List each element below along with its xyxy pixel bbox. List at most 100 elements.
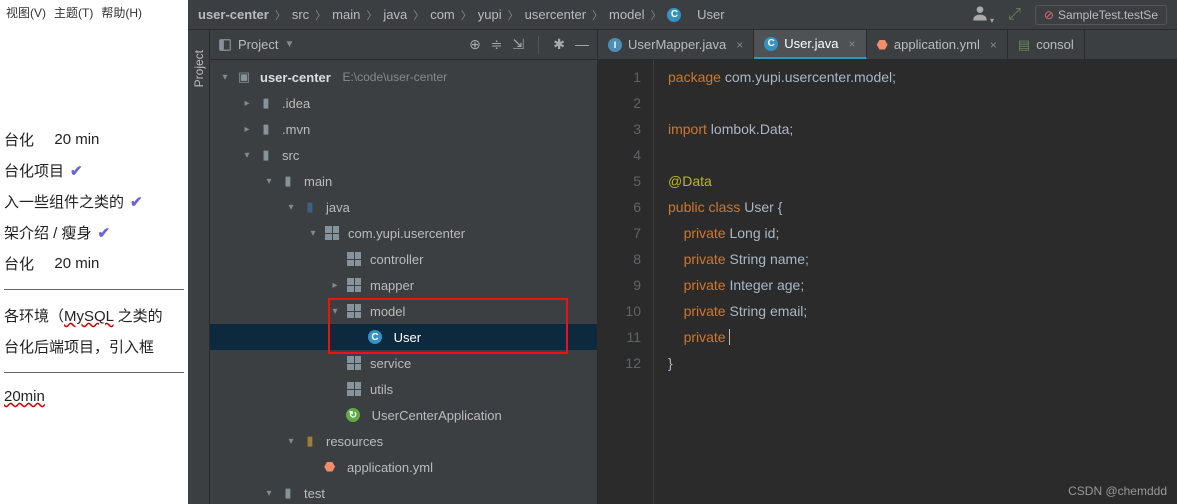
- chevron-right-icon: 〉: [461, 7, 472, 23]
- project-icon: [218, 38, 232, 52]
- breadcrumb-item[interactable]: yupi: [478, 7, 502, 22]
- breadcrumb-item[interactable]: model: [609, 7, 644, 22]
- tool-window-strip[interactable]: Project: [188, 30, 210, 504]
- tree-item[interactable]: java: [326, 200, 350, 215]
- note-text: 各环境（MySQL 之类的: [4, 305, 163, 326]
- editor-tabs: IUserMapper.java× CUser.java× ⬣applicati…: [598, 30, 1177, 60]
- tree-item[interactable]: test: [304, 486, 325, 501]
- editor-tab[interactable]: ▤consol: [1008, 30, 1085, 59]
- divider: [4, 372, 184, 373]
- project-tool-window: Project ▼ ⊕ ≑ ⇲ ✱ — ▾▣user-center E:\cod…: [210, 30, 598, 504]
- ide-window: user-center 〉 src 〉 main 〉 java 〉 com 〉 …: [188, 0, 1177, 504]
- close-icon[interactable]: ×: [990, 38, 997, 52]
- breadcrumb-item[interactable]: java: [383, 7, 407, 22]
- check-icon: ✔: [70, 162, 83, 180]
- chevron-right-icon: 〉: [315, 7, 326, 23]
- project-view-selector[interactable]: Project ▼: [218, 37, 294, 52]
- note-text: 20min: [4, 388, 45, 405]
- select-opened-file-icon[interactable]: ⊕: [469, 36, 481, 54]
- breadcrumb-file[interactable]: C User: [667, 7, 724, 22]
- tree-root[interactable]: user-center: [260, 70, 331, 85]
- package-icon: [346, 277, 362, 293]
- close-icon[interactable]: ×: [736, 38, 743, 52]
- editor-tab-active[interactable]: CUser.java×: [754, 30, 866, 59]
- expand-arrow-icon[interactable]: ▾: [218, 72, 232, 83]
- editor-tab[interactable]: ⬣application.yml×: [867, 30, 1008, 59]
- run-config-selector[interactable]: ⊘SampleTest.testSe: [1035, 5, 1167, 25]
- package-icon: [346, 381, 362, 397]
- menu-theme[interactable]: 主题(T): [54, 4, 93, 20]
- expand-arrow-icon[interactable]: ▾: [262, 176, 276, 187]
- expand-all-icon[interactable]: ≑: [491, 36, 503, 54]
- expand-arrow-icon[interactable]: ▸: [328, 280, 342, 291]
- tree-item[interactable]: UserCenterApplication: [372, 408, 502, 423]
- breadcrumb-item[interactable]: com: [430, 7, 455, 22]
- console-icon: ▤: [1018, 37, 1030, 53]
- folder-icon: ▮: [280, 173, 296, 189]
- tree-item[interactable]: .idea: [282, 96, 310, 111]
- note-text: 台化: [4, 129, 34, 150]
- breadcrumb-item[interactable]: usercenter: [525, 7, 586, 22]
- note-text: 入一些组件之类的: [4, 191, 124, 212]
- code-content[interactable]: package com.yupi.usercenter.model; impor…: [654, 60, 1177, 504]
- expand-arrow-icon[interactable]: ▾: [284, 436, 298, 447]
- folder-icon: ▮: [258, 121, 274, 137]
- tree-item[interactable]: service: [370, 356, 411, 371]
- expand-arrow-icon[interactable]: ▾: [262, 488, 276, 499]
- note-text: 台化后端项目，引入框: [4, 336, 154, 357]
- folder-icon: ▮: [258, 147, 274, 163]
- note-text: 架介绍 / 瘦身: [4, 222, 92, 243]
- collapse-all-icon[interactable]: ⇲: [513, 36, 525, 54]
- close-icon[interactable]: ×: [849, 37, 856, 51]
- chevron-down-icon: ▼: [284, 39, 294, 50]
- expand-arrow-icon[interactable]: ▾: [240, 150, 254, 161]
- settings-icon[interactable]: ✱: [553, 36, 565, 54]
- watermark: CSDN @chemddd: [1068, 484, 1167, 498]
- tree-item[interactable]: main: [304, 174, 332, 189]
- note-text: 台化: [4, 253, 34, 274]
- breadcrumb-item[interactable]: main: [332, 7, 360, 22]
- package-icon: [346, 355, 362, 371]
- tree-item[interactable]: .mvn: [282, 122, 310, 137]
- package-icon: [324, 225, 340, 241]
- editor-area: IUserMapper.java× CUser.java× ⬣applicati…: [598, 30, 1177, 504]
- hide-icon[interactable]: —: [575, 36, 589, 54]
- separator: [538, 36, 539, 54]
- folder-icon: ▮: [258, 95, 274, 111]
- tree-item[interactable]: application.yml: [347, 460, 433, 475]
- tree-item[interactable]: resources: [326, 434, 383, 449]
- breadcrumb-root[interactable]: user-center: [198, 7, 269, 22]
- tree-item[interactable]: controller: [370, 252, 423, 267]
- editor-tab[interactable]: IUserMapper.java×: [598, 30, 754, 59]
- build-icon[interactable]: ⤢: [1008, 6, 1021, 24]
- text-cursor: [729, 329, 734, 345]
- menu-help[interactable]: 帮助(H): [101, 4, 142, 20]
- expand-arrow-icon[interactable]: ▾: [328, 306, 342, 317]
- code-editor[interactable]: 123456789101112 package com.yupi.usercen…: [598, 60, 1177, 504]
- tree-item[interactable]: model: [370, 304, 405, 319]
- chevron-right-icon: 〉: [413, 7, 424, 23]
- yaml-file-icon: ⬣: [324, 459, 335, 475]
- tree-item-selected[interactable]: User: [394, 330, 421, 345]
- chevron-right-icon: 〉: [275, 7, 286, 23]
- folder-icon: ▮: [280, 485, 296, 501]
- chevron-right-icon: 〉: [508, 7, 519, 23]
- breadcrumb-item[interactable]: src: [292, 7, 309, 22]
- tree-item[interactable]: utils: [370, 382, 393, 397]
- user-icon[interactable]: ▾: [970, 3, 994, 26]
- spring-boot-icon: ↻: [346, 408, 360, 422]
- resources-folder-icon: ▮: [302, 433, 318, 449]
- expand-arrow-icon[interactable]: ▸: [240, 124, 254, 135]
- class-icon: C: [667, 8, 681, 22]
- line-gutter: 123456789101112: [598, 60, 654, 504]
- expand-arrow-icon[interactable]: ▾: [284, 202, 298, 213]
- tree-item[interactable]: com.yupi.usercenter: [348, 226, 465, 241]
- menu-view[interactable]: 视图(V): [6, 4, 46, 20]
- check-icon: ✔: [130, 193, 143, 211]
- expand-arrow-icon[interactable]: ▾: [306, 228, 320, 239]
- project-tree[interactable]: ▾▣user-center E:\code\user-center ▸▮.ide…: [210, 60, 597, 504]
- expand-arrow-icon[interactable]: ▸: [240, 98, 254, 109]
- package-icon: [346, 251, 362, 267]
- tree-item[interactable]: mapper: [370, 278, 414, 293]
- tree-item[interactable]: src: [282, 148, 299, 163]
